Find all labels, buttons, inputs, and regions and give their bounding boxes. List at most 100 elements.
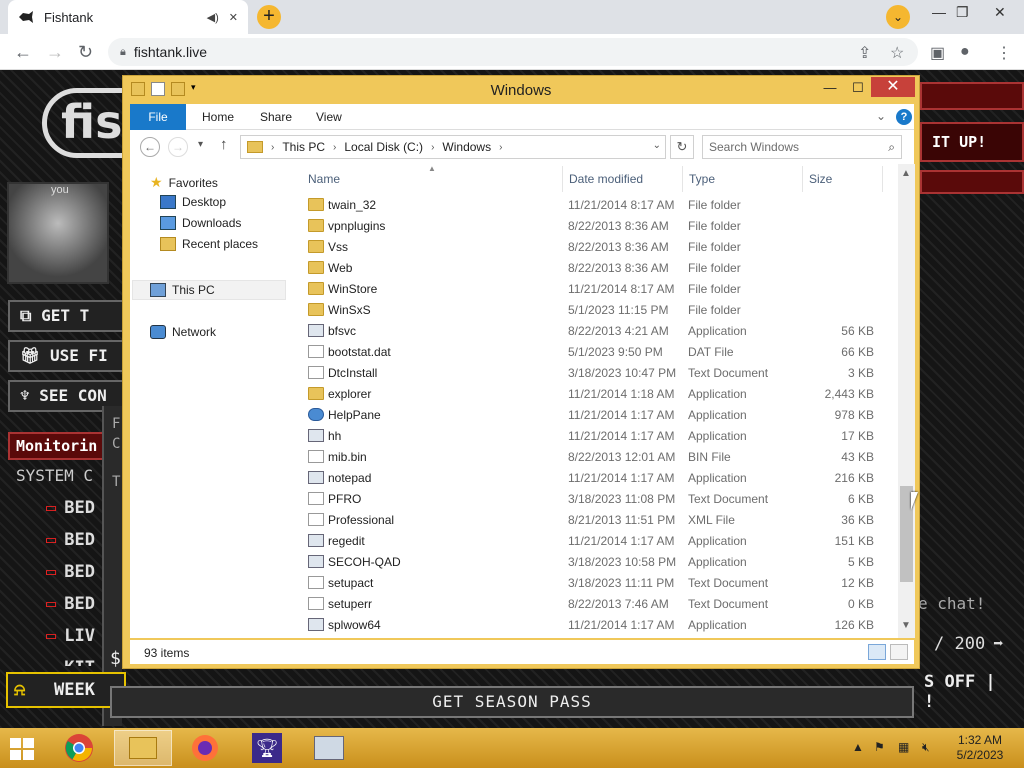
start-button[interactable]	[10, 738, 36, 760]
file-row[interactable]: bfsvc 8/22/2013 4:21 AM Application 56 KB	[302, 320, 898, 341]
reload-icon[interactable]: ↻	[78, 42, 93, 63]
window-close-icon[interactable]: ✕	[994, 4, 1006, 21]
cam-item[interactable]: ▭ BED	[46, 498, 95, 518]
recent-locations-icon[interactable]: ▾	[198, 139, 203, 150]
help-icon[interactable]: ?	[896, 109, 912, 125]
column-size[interactable]: Size	[809, 172, 832, 186]
trophy-taskbar-icon[interactable]: 🏆︎	[238, 730, 296, 766]
nav-desktop[interactable]: Desktop	[160, 195, 226, 209]
forward-icon[interactable]: →	[46, 42, 64, 63]
avatar[interactable]: you	[7, 182, 109, 284]
file-row[interactable]: mib.bin 8/22/2013 12:01 AM BIN File 43 KB	[302, 446, 898, 467]
audio-icon[interactable]: ◀)	[207, 11, 219, 24]
details-view-icon[interactable]	[868, 644, 886, 660]
expand-ribbon-icon[interactable]: ⌄	[876, 109, 886, 123]
file-row[interactable]: twain_32 11/21/2014 8:17 AM File folder	[302, 194, 898, 215]
column-type[interactable]: Type	[689, 172, 715, 186]
close-icon[interactable]: ✕	[871, 77, 915, 97]
nav-network[interactable]: Network	[150, 325, 216, 339]
breadcrumb-windows[interactable]: Windows	[442, 140, 491, 154]
cam-item[interactable]: ▭ BED	[46, 594, 95, 614]
season-pass-button[interactable]: GET SEASON PASS	[110, 686, 914, 718]
cam-item[interactable]: ▭KIT	[46, 658, 95, 666]
tab-home[interactable]: Home	[188, 104, 248, 130]
file-row[interactable]: setupact 3/18/2023 11:11 PM Text Document 1…	[302, 572, 898, 593]
back-icon[interactable]: ←	[14, 42, 32, 63]
large-icons-view-icon[interactable]	[890, 644, 908, 660]
breadcrumb-this-pc[interactable]: This PC	[282, 140, 325, 154]
nav-this-pc[interactable]: This PC	[150, 283, 215, 297]
chevron-right-icon[interactable]: ›	[333, 142, 336, 153]
search-input[interactable]: Search Windows ⌕	[702, 135, 902, 159]
use-button[interactable]: 🎁︎ USE FI	[8, 340, 128, 372]
file-row[interactable]: bootstat.dat 5/1/2023 9:50 PM DAT File 66 K…	[302, 341, 898, 362]
performance-taskbar-icon[interactable]	[300, 730, 358, 766]
taskbar-clock[interactable]: 1:32 AM 5/2/2023	[950, 733, 1010, 763]
menu-icon[interactable]: ⋮	[996, 43, 1012, 63]
cam-item[interactable]: ▭ BED	[46, 530, 95, 550]
week-banner[interactable]: ⍾ WEEK	[6, 672, 126, 708]
it-up-button[interactable]: IT UP!	[920, 122, 1024, 162]
chevron-right-icon[interactable]: ›	[431, 142, 434, 153]
tab-search-button[interactable]: ⌄	[886, 5, 910, 29]
column-divider[interactable]	[682, 166, 683, 192]
explorer-title-bar[interactable]: ▾ Windows — ☐ ✕	[123, 76, 919, 104]
restore-icon[interactable]: ❐	[956, 4, 969, 21]
up-icon[interactable]: ↑	[220, 136, 228, 153]
share-icon[interactable]: ⇪	[858, 43, 871, 63]
firefox-taskbar-icon[interactable]	[176, 730, 234, 766]
file-row[interactable]: Web 8/22/2013 8:36 AM File folder	[302, 257, 898, 278]
file-row[interactable]: WinSxS 5/1/2023 11:15 PM File folder	[302, 299, 898, 320]
browser-tab[interactable]: Fishtank ◀) ✕	[8, 0, 248, 34]
file-row[interactable]: Professional 8/21/2013 11:51 PM XML File 36…	[302, 509, 898, 530]
profile-icon[interactable]: ●	[960, 43, 970, 61]
tab-close-icon[interactable]: ✕	[229, 11, 238, 24]
scroll-down-icon[interactable]: ▼	[901, 620, 911, 631]
column-divider[interactable]	[562, 166, 563, 192]
file-row[interactable]: regedit 11/21/2014 1:17 AM Application 151 …	[302, 530, 898, 551]
address-dropdown-icon[interactable]: ⌄	[653, 140, 661, 151]
file-row[interactable]: HelpPane 11/21/2014 1:17 AM Application 978…	[302, 404, 898, 425]
cam-item[interactable]: ▭ BED	[46, 562, 95, 582]
file-explorer-taskbar-icon[interactable]	[114, 730, 172, 766]
chevron-right-icon[interactable]: ›	[499, 142, 502, 153]
file-row[interactable]: PFRO 3/18/2023 11:08 PM Text Document 6 KB	[302, 488, 898, 509]
chat-placeholder[interactable]: e chat!	[918, 594, 985, 613]
new-tab-button[interactable]: +	[257, 5, 281, 29]
file-row[interactable]: hh 11/21/2014 1:17 AM Application 17 KB	[302, 425, 898, 446]
file-row[interactable]: DtcInstall 3/18/2023 10:47 PM Text Documen…	[302, 362, 898, 383]
side-panel-icon[interactable]: ▣	[930, 43, 945, 63]
file-row[interactable]: splwow64 11/21/2014 1:17 AM Application 126…	[302, 614, 898, 635]
cam-item[interactable]: ▭ LIV	[46, 626, 95, 646]
column-name[interactable]: Name	[308, 172, 340, 186]
network-tray-icon[interactable]: ▦	[898, 740, 909, 754]
address-breadcrumb[interactable]: › This PC › Local Disk (C:) › Windows › …	[240, 135, 666, 159]
file-row[interactable]: notepad 11/21/2014 1:17 AM Application 216 …	[302, 467, 898, 488]
file-row[interactable]: WinStore 11/21/2014 8:17 AM File folder	[302, 278, 898, 299]
column-divider[interactable]	[802, 166, 803, 192]
file-row[interactable]: SECOH-QAD 3/18/2023 10:58 PM Application 5 …	[302, 551, 898, 572]
bookmark-star-icon[interactable]: ☆	[890, 43, 904, 63]
back-icon[interactable]: ←	[140, 137, 160, 157]
forward-icon[interactable]: →	[168, 137, 188, 157]
tab-share[interactable]: Share	[246, 104, 306, 130]
tab-view[interactable]: View	[302, 104, 356, 130]
send-icon[interactable]: ➡	[993, 634, 1003, 654]
nav-recent-places[interactable]: Recent places	[160, 237, 258, 251]
file-row[interactable]: setuperr 8/22/2013 7:46 AM Text Document 0 …	[302, 593, 898, 614]
vertical-scrollbar[interactable]: ▲ ▼	[898, 164, 915, 638]
volume-muted-icon[interactable]: 🔇︎	[922, 740, 930, 755]
nav-favorites[interactable]: ★ Favorites	[150, 174, 218, 191]
maximize-icon[interactable]: ☐	[843, 78, 873, 98]
action-center-flag-icon[interactable]: ⚑	[874, 740, 885, 754]
tab-file[interactable]: File	[130, 104, 186, 130]
file-row[interactable]: explorer 11/21/2014 1:18 AM Application 2,4…	[302, 383, 898, 404]
get-button[interactable]: ⧉ GET T	[8, 300, 128, 332]
file-row[interactable]: Starter8/21/2013 11:51 PMXML File36 KB	[302, 635, 898, 638]
show-hidden-icons-icon[interactable]: ▲	[852, 740, 864, 754]
column-date-modified[interactable]: Date modified	[569, 172, 643, 186]
file-row[interactable]: Vss 8/22/2013 8:36 AM File folder	[302, 236, 898, 257]
refresh-icon[interactable]: ↻	[670, 135, 694, 159]
file-row[interactable]: vpnplugins 8/22/2013 8:36 AM File folder	[302, 215, 898, 236]
nav-downloads[interactable]: Downloads	[160, 216, 241, 230]
